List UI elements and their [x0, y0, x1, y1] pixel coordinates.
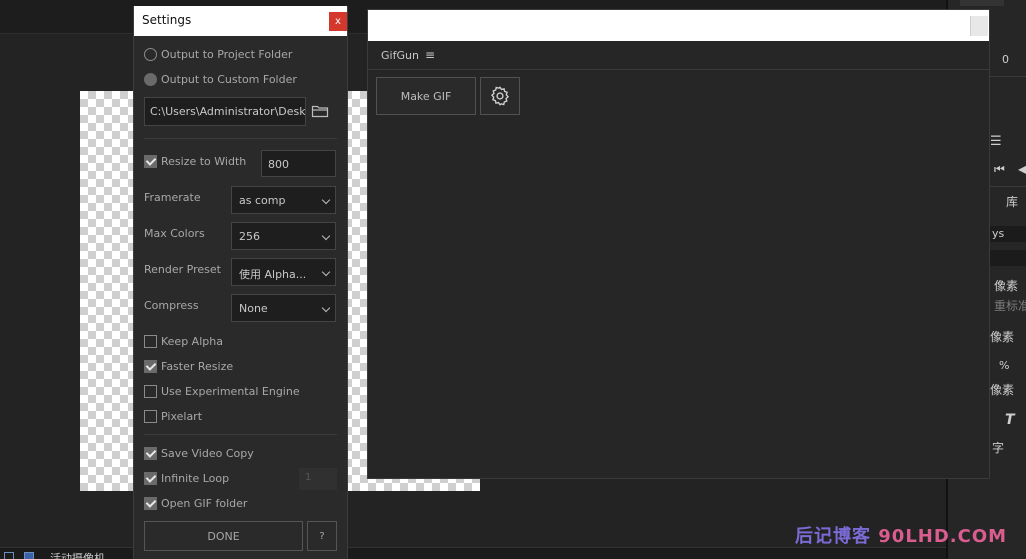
gifgun-panel-title[interactable]: GifGun [381, 49, 419, 62]
keep-alpha-label: Keep Alpha [161, 334, 223, 348]
settings-window: Settings x Output to Project Folder Outp… [133, 6, 348, 559]
percent-label: % [999, 359, 1010, 372]
text-tool-icon[interactable]: T [1005, 412, 1015, 428]
gifgun-titlebar[interactable] [368, 10, 989, 41]
character-label: 字 [992, 441, 1005, 455]
framerate-value: as comp [239, 194, 286, 207]
settings-titlebar[interactable]: Settings x [134, 6, 347, 36]
style-field[interactable] [990, 250, 1026, 266]
infinite-loop-label: Infinite Loop [161, 471, 230, 485]
render-preset-value: 使用 Alpha... [239, 268, 307, 281]
gear-icon [490, 86, 510, 106]
pixel-unit-label: 像素 [990, 330, 1015, 344]
chevron-down-icon [321, 303, 331, 313]
gifgun-panel: GifGun ≡ Make GIF [367, 9, 990, 479]
font-name-value: ys [992, 227, 1005, 240]
experimental-engine-label: Use Experimental Engine [161, 384, 300, 398]
gifgun-panel-header: GifGun ≡ [368, 41, 989, 70]
pixelart-label: Pixelart [161, 409, 203, 423]
reset-label: 重标准 [994, 299, 1026, 313]
hamburger-icon[interactable]: ☰ [990, 134, 1002, 149]
right-panel-tab[interactable] [960, 0, 1004, 6]
custom-folder-path-input[interactable]: C:\Users\Administrator\Deskto [144, 97, 306, 126]
settings-close-button[interactable]: x [329, 12, 347, 31]
pixelart-row[interactable]: Pixelart [144, 407, 202, 425]
gifgun-close-button[interactable] [970, 16, 988, 36]
library-tab[interactable]: 库 [1006, 193, 1018, 210]
pixel-unit-label: 像素 [990, 383, 1015, 397]
faster-resize-label: Faster Resize [161, 359, 234, 373]
done-button[interactable]: DONE [144, 521, 303, 551]
loop-count-input[interactable]: 1 [299, 468, 337, 490]
pixel-unit-label: 像素 [994, 279, 1019, 293]
output-custom-label: Output to Custom Folder [161, 72, 297, 86]
chevron-down-icon [321, 195, 331, 205]
panel-menu-icon[interactable]: ≡ [425, 48, 435, 62]
resize-label: Resize to Width [161, 154, 247, 168]
output-project-label: Output to Project Folder [161, 47, 293, 61]
compress-value: None [239, 302, 268, 315]
open-folder-row[interactable]: Open GIF folder [144, 494, 247, 512]
framerate-select[interactable]: as comp [231, 186, 336, 214]
keep-alpha-row[interactable]: Keep Alpha [144, 332, 223, 350]
pixelart-checkbox[interactable] [144, 409, 157, 423]
camera-label[interactable]: 活动摄像机 [50, 550, 105, 559]
folder-icon[interactable] [311, 102, 329, 120]
help-button[interactable]: ? [307, 521, 337, 551]
resize-width-input[interactable]: 800 [261, 150, 336, 177]
chevron-down-icon [321, 267, 331, 277]
max-colors-label: Max Colors [144, 227, 205, 240]
section-divider [144, 434, 337, 435]
keep-alpha-checkbox[interactable] [144, 334, 157, 348]
experimental-engine-row[interactable]: Use Experimental Engine [144, 382, 300, 400]
settings-title: Settings [142, 13, 192, 27]
experimental-engine-checkbox[interactable] [144, 384, 157, 398]
max-colors-select[interactable]: 256 [231, 222, 336, 250]
faster-resize-checkbox[interactable] [144, 359, 157, 373]
make-gif-button[interactable]: Make GIF [376, 77, 476, 115]
faster-resize-row[interactable]: Faster Resize [144, 357, 233, 375]
channel-icon[interactable] [24, 552, 34, 559]
watermark: 后记博客 90LHD.COM [795, 522, 1007, 548]
output-project-radio[interactable] [144, 47, 157, 61]
watermark-part-b: 90LHD.COM [878, 526, 1008, 547]
watermark-part-a: 后记博客 [795, 526, 871, 547]
render-preset-label: Render Preset [144, 263, 221, 276]
max-colors-value: 256 [239, 230, 260, 243]
infinite-loop-row[interactable]: Infinite Loop [144, 469, 229, 487]
snapshot-icon[interactable] [4, 552, 14, 559]
prev-frame-icon[interactable]: ◀ [1018, 162, 1026, 176]
save-video-checkbox[interactable] [144, 446, 157, 460]
first-frame-icon[interactable]: ⏮ [994, 162, 1005, 177]
resize-checkbox-row[interactable]: Resize to Width [144, 152, 246, 170]
section-divider [144, 138, 337, 139]
chevron-down-icon [321, 231, 331, 241]
output-custom-radio-row[interactable]: Output to Custom Folder [144, 70, 297, 88]
render-preset-select[interactable]: 使用 Alpha... [231, 258, 336, 286]
compress-label: Compress [144, 299, 199, 312]
right-panel-value: 0 [1002, 53, 1009, 66]
framerate-label: Framerate [144, 191, 201, 204]
save-video-row[interactable]: Save Video Copy [144, 444, 254, 462]
open-folder-checkbox[interactable] [144, 496, 157, 510]
save-video-label: Save Video Copy [161, 446, 254, 460]
compress-select[interactable]: None [231, 294, 336, 322]
open-folder-label: Open GIF folder [161, 496, 248, 510]
infinite-loop-checkbox[interactable] [144, 471, 157, 485]
resize-checkbox[interactable] [144, 154, 157, 168]
output-custom-radio[interactable] [144, 72, 157, 86]
settings-gear-button[interactable] [480, 77, 520, 115]
output-project-radio-row[interactable]: Output to Project Folder [144, 45, 292, 63]
